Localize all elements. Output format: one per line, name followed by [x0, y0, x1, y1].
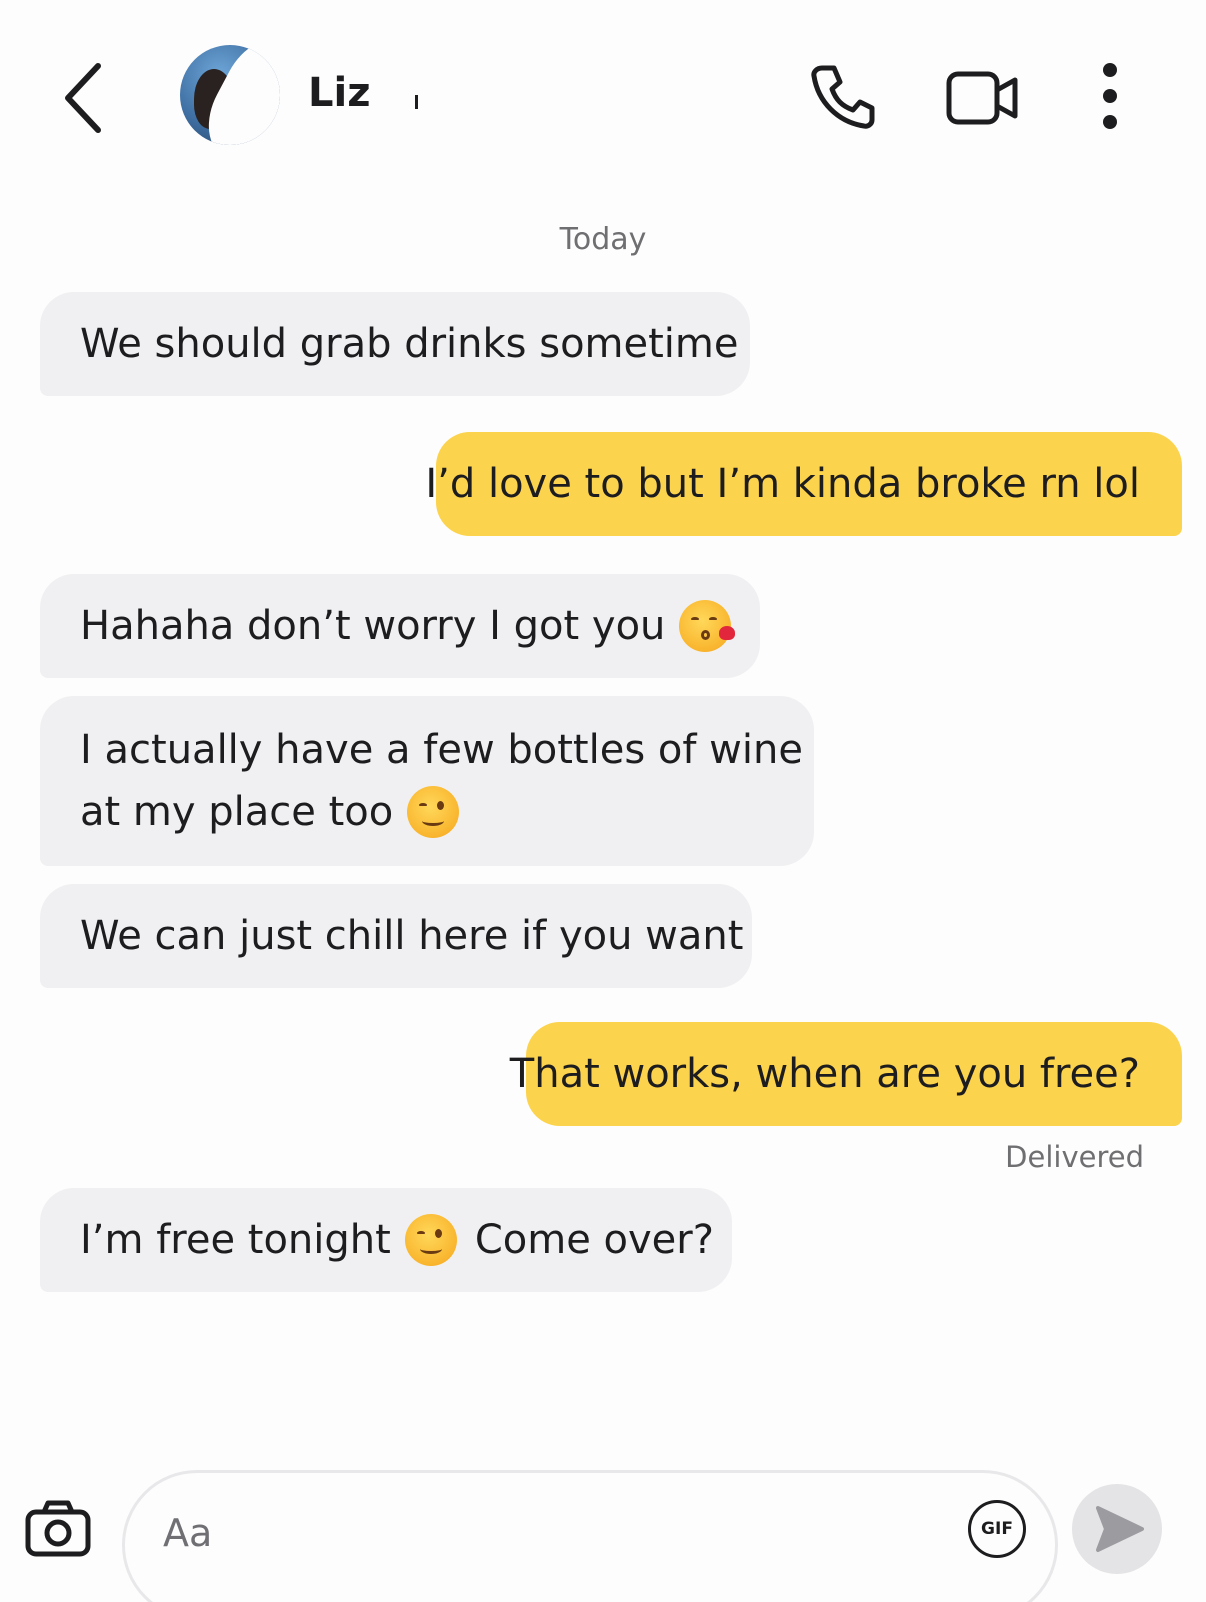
gif-icon: GIF	[981, 1519, 1013, 1539]
contact-name[interactable]: Liz	[308, 70, 370, 116]
message-incoming[interactable]: Hahaha don’t worry I got you	[40, 574, 760, 678]
redaction-mark	[415, 95, 418, 109]
message-text: I’d love to but I’m kinda broke rn lol	[425, 461, 1140, 507]
send-button[interactable]	[1072, 1484, 1162, 1574]
message-text: at my place too	[80, 789, 394, 835]
delivery-status: Delivered	[1005, 1140, 1144, 1174]
phone-icon	[811, 65, 875, 129]
message-input-container[interactable]	[122, 1470, 1058, 1602]
back-icon	[65, 63, 101, 133]
message-text: We should grab drinks sometime	[80, 321, 739, 367]
message-text: I actually have a few bottles of wine	[80, 727, 803, 773]
gif-button[interactable]: GIF	[968, 1500, 1026, 1558]
message-text: We can just chill here if you want	[80, 913, 744, 959]
kissing-heart-emoji	[679, 600, 736, 652]
camera-icon	[25, 1500, 91, 1557]
send-icon	[1096, 1506, 1144, 1552]
message-incoming[interactable]: We can just chill here if you want	[40, 884, 752, 988]
camera-button[interactable]	[24, 1498, 92, 1558]
message-text: I’m free tonight	[80, 1217, 391, 1263]
date-separator: Today	[559, 222, 647, 257]
message-input[interactable]	[163, 1503, 923, 1563]
voice-call-button[interactable]	[808, 62, 878, 132]
wink-emoji	[404, 1214, 457, 1266]
message-incoming[interactable]: I actually have a few bottles of wine at…	[40, 696, 814, 866]
more-options-button[interactable]	[1095, 62, 1125, 134]
video-call-button[interactable]	[945, 70, 1020, 126]
message-text: That works, when are you free?	[509, 1051, 1140, 1097]
message-text: Hahaha don’t worry I got you	[80, 603, 666, 649]
back-button[interactable]	[60, 58, 110, 138]
more-icon	[1103, 63, 1117, 129]
message-incoming[interactable]: We should grab drinks sometime	[40, 292, 750, 396]
wink-emoji	[407, 786, 460, 838]
avatar[interactable]	[180, 45, 280, 145]
message-text: Come over?	[474, 1217, 714, 1263]
message-incoming[interactable]: I’m free tonight Come over?	[40, 1188, 732, 1292]
video-icon	[946, 71, 1018, 125]
message-outgoing[interactable]: I’d love to but I’m kinda broke rn lol	[425, 432, 1182, 536]
message-outgoing[interactable]: That works, when are you free?	[510, 1022, 1182, 1126]
chat-screen: Liz Today We should grab drinks sometime…	[0, 0, 1206, 1602]
